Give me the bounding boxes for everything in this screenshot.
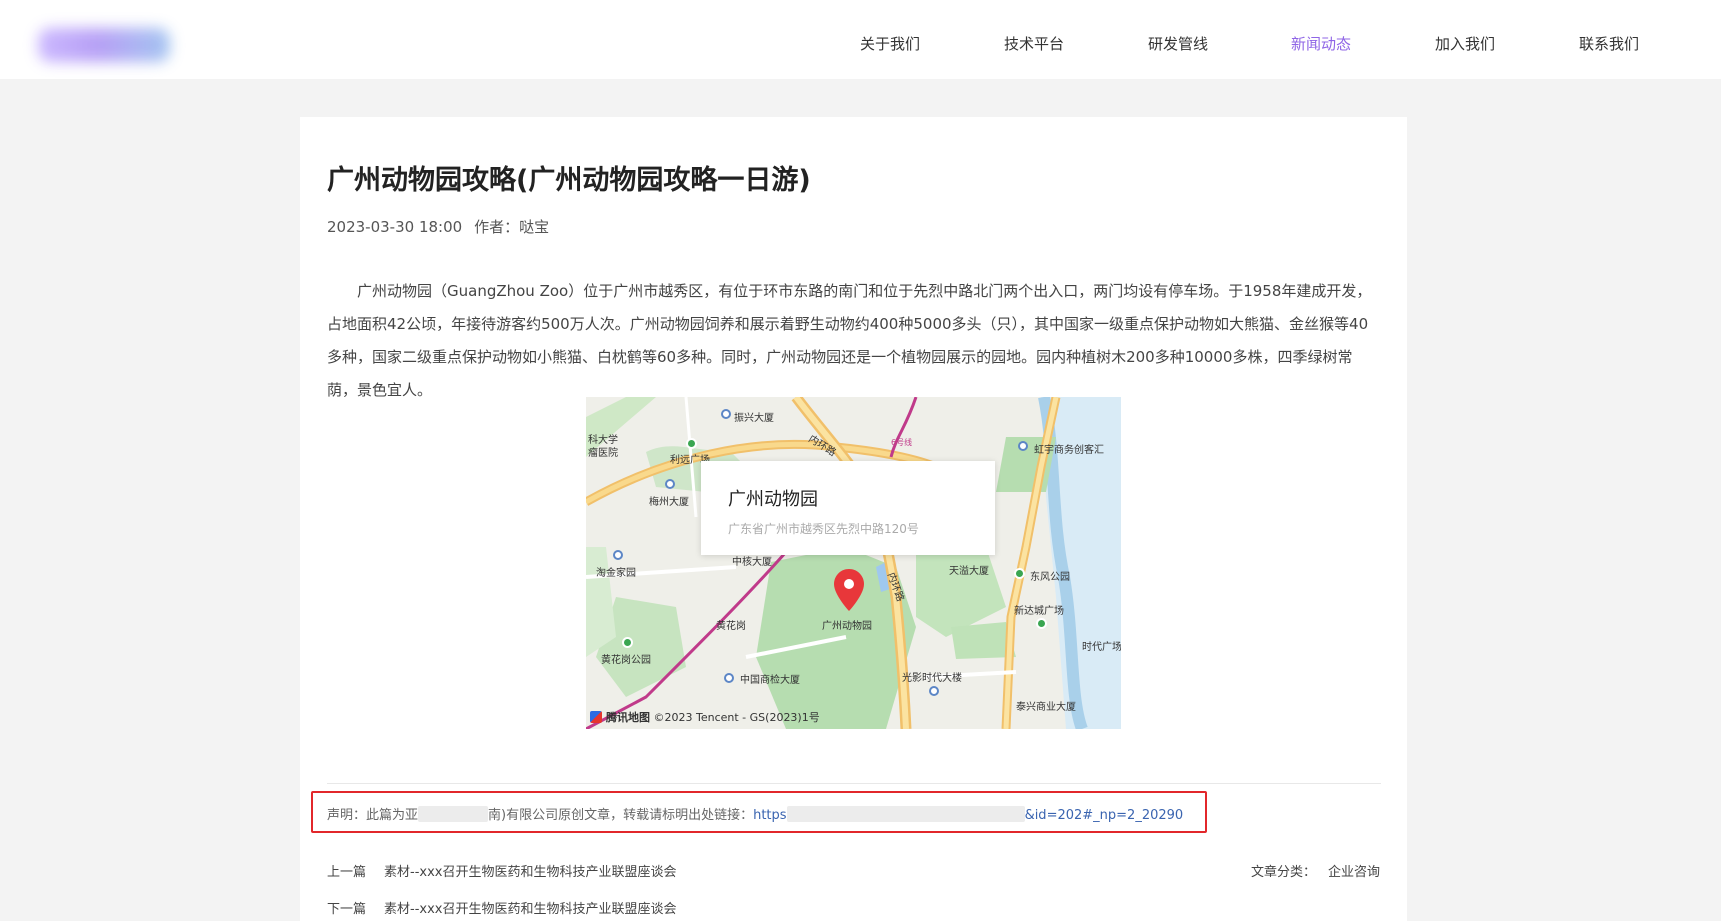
article-date: 2023-03-30 18:00 [327,218,463,236]
map-label: 振兴大厦 [734,413,774,424]
article-body: 广州动物园（GuangZhou Zoo）位于广州市越秀区，有位于环市东路的南门和… [327,282,1372,399]
next-label: 下一篇 [327,902,367,917]
prev-article-link[interactable]: 素材--xxx召开生物医药和生物科技产业联盟座谈会 [384,865,676,880]
redacted-text [418,806,489,822]
map-label: 泰兴商业大厦 [1016,702,1076,713]
tencent-map-logo-icon [590,711,602,723]
map-label: 天溢大厦 [949,566,989,577]
poi-icon [613,550,623,560]
divider [327,783,1381,784]
map-label: 梅州大厦 [649,497,689,508]
map-brand: 腾讯地图 [606,711,650,724]
map-popup-name: 广州动物园 [728,489,818,510]
nav-item-about[interactable]: 关于我们 [860,33,920,54]
map-label: 黄花岗 [716,621,746,632]
poi-icon [724,673,734,683]
map-label: 中国商检大厦 [740,675,800,686]
map-copyright: ©2023 Tencent - GS(2023)1号 [653,711,820,724]
park-icon [1014,568,1025,579]
statement-prefix: 声明：此篇为亚 [327,808,419,823]
nav-item-join[interactable]: 加入我们 [1435,33,1495,54]
statement-middle: 南)有限公司原创文章，转载请标明出处链接： [488,808,754,823]
nav-item-tech-platform[interactable]: 技术平台 [1004,33,1064,54]
copyright-statement: 声明：此篇为亚 南)有限公司原创文章，转载请标明出处链接：https &id=202… [311,791,1207,833]
source-link-start: https [753,808,787,823]
article-card: 广州动物园攻略(广州动物园攻略一日游) 2023-03-30 18:00 作者：哒… [300,117,1407,921]
source-link[interactable]: https &id=202#_np=2_20290 [753,806,1184,823]
poi-icon [929,686,939,696]
next-article: 下一篇 素材--xxx召开生物医药和生物科技产业联盟座谈会 [327,898,676,917]
redacted-link [786,806,1025,822]
marker-label: 广州动物园 [822,621,872,632]
poi-icon [665,479,675,489]
map-label: 新达城广场 [1014,606,1064,617]
article-category: 文章分类： 企业咨询 [1251,861,1380,880]
next-article-link[interactable]: 素材--xxx召开生物医药和生物科技产业联盟座谈会 [384,902,676,917]
nav-item-pipeline[interactable]: 研发管线 [1148,33,1208,54]
article-author: 作者：哒宝 [474,218,550,236]
nav-item-contact[interactable]: 联系我们 [1579,33,1639,54]
map-label: 瘤医院 [588,448,618,459]
map-image[interactable]: 振兴大厦 科大学 瘤医院 利远广场 内环路 虹宇商务创客汇 梅州大厦 淘金家园 … [586,397,1121,729]
park-icon [622,637,633,648]
article-meta: 2023-03-30 18:00 作者：哒宝 [327,216,549,237]
map-popup-address: 广东省广州市越秀区先烈中路120号 [728,522,919,536]
poi-icon [1018,441,1028,451]
map-label: 时代广场 [1082,642,1121,653]
map-label: 光影时代大楼 [902,673,962,684]
map-label: 东风公园 [1030,572,1070,583]
map-label: 中核大厦 [732,557,772,568]
category-label: 文章分类： [1250,865,1316,880]
main-nav: 关于我们 技术平台 研发管线 新闻动态 加入我们 联系我们 [0,33,1721,57]
poi-icon [721,409,731,419]
map-label: 虹宇商务创客汇 [1034,445,1104,456]
prev-label: 上一篇 [327,865,367,880]
category-link[interactable]: 企业咨询 [1328,865,1380,880]
map-attribution: 腾讯地图 ©2023 Tencent - GS(2023)1号 [590,709,820,725]
site-header: 关于我们 技术平台 研发管线 新闻动态 加入我们 联系我们 [0,0,1721,79]
map-label: 黄花岗公园 [601,655,651,666]
article-title: 广州动物园攻略(广州动物园攻略一日游) [327,165,811,196]
map-info-popup: 广州动物园 广东省广州市越秀区先烈中路120号 [701,461,995,555]
source-link-end: &id=202#_np=2_20290 [1024,808,1184,823]
map-label: 6号线 [891,438,913,447]
nav-item-news[interactable]: 新闻动态 [1291,33,1351,54]
map-label: 淘金家园 [596,568,636,579]
park-icon [1036,618,1047,629]
park-icon [686,438,697,449]
prev-article: 上一篇 素材--xxx召开生物医药和生物科技产业联盟座谈会 [327,861,676,880]
